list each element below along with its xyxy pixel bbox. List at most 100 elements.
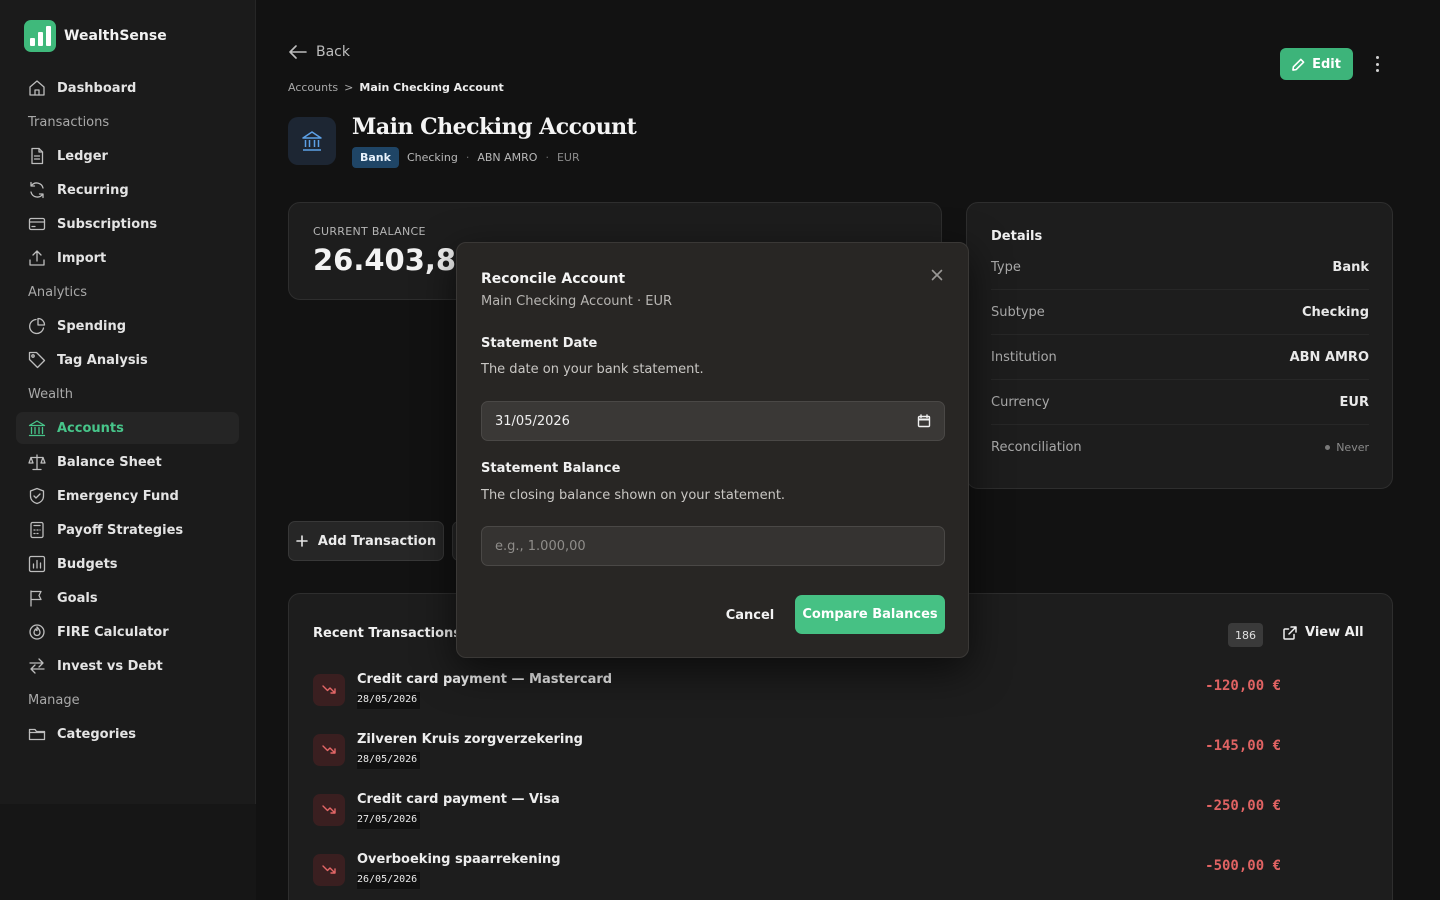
sidebar-item-invest-vs-debt[interactable]: Invest vs Debt [16, 650, 239, 682]
statement-date-label: Statement Date [481, 336, 598, 351]
transaction-date: 27/05/2026 [357, 812, 421, 829]
sidebar-item-spending[interactable]: Spending [16, 310, 239, 342]
account-institution: ABN AMRO [477, 151, 538, 164]
sidebar-item-dashboard[interactable]: Dashboard [16, 72, 239, 104]
arrows-swap-icon [28, 657, 46, 675]
breadcrumb-current: Main Checking Account [359, 81, 504, 94]
transaction-amount: -500,00 € [1205, 858, 1281, 874]
breadcrumb-accounts[interactable]: Accounts [288, 81, 338, 94]
reconcile-modal: Reconcile Account Main Checking Account … [456, 242, 969, 658]
sidebar-item-fire-calculator[interactable]: FIRE Calculator [16, 616, 239, 648]
account-meta: Bank Checking · ABN AMRO · EUR [352, 147, 580, 168]
detail-row-subtype: Subtype Checking [991, 290, 1369, 335]
reconciliation-status: Never [1325, 441, 1369, 454]
transaction-row[interactable]: Overboeking spaarrekening 26/05/2026 -500,… [313, 844, 1325, 900]
sidebar-item-label: Ledger [57, 148, 108, 164]
sidebar-item-categories[interactable]: Categories [16, 718, 239, 750]
sidebar-item-import[interactable]: Import [16, 242, 239, 274]
sidebar-item-label: Subscriptions [57, 216, 158, 232]
document-icon [28, 147, 46, 165]
balance-label: CURRENT BALANCE [313, 225, 426, 238]
transaction-row[interactable]: Zilveren Kruis zorgverzekering 28/05/2026… [313, 724, 1325, 784]
transaction-count-badge: 186 [1228, 623, 1263, 647]
statement-balance-label: Statement Balance [481, 461, 621, 476]
sidebar-item-accounts[interactable]: Accounts [16, 412, 239, 444]
meta-separator: · [545, 151, 549, 164]
sidebar-item-subscriptions[interactable]: Subscriptions [16, 208, 239, 240]
transaction-date: 26/05/2026 [357, 872, 421, 889]
statement-balance-input[interactable]: e.g., 1.000,00 [481, 526, 945, 566]
transaction-amount: -120,00 € [1205, 678, 1281, 694]
flag-icon [28, 589, 46, 607]
details-title: Details [991, 229, 1043, 244]
sidebar-item-label: Tag Analysis [57, 352, 148, 368]
app-name: WealthSense [64, 28, 167, 44]
sidebar-item-goals[interactable]: Goals [16, 582, 239, 614]
trending-down-icon [313, 794, 345, 826]
upload-icon [28, 249, 46, 267]
transaction-row[interactable]: Credit card payment — Visa 27/05/2026 -250… [313, 784, 1325, 844]
detail-key: Subtype [991, 304, 1045, 320]
transaction-name: Zilveren Kruis zorgverzekering [357, 732, 583, 747]
statement-date-value: 31/05/2026 [495, 413, 570, 429]
detail-key: Type [991, 259, 1021, 275]
sidebar-item-balance-sheet[interactable]: Balance Sheet [16, 446, 239, 478]
more-options-icon[interactable] [1368, 54, 1386, 74]
recent-transactions-title: Recent Transactions [313, 626, 462, 641]
bar-chart-icon [28, 555, 46, 573]
add-transaction-button[interactable]: Add Transaction [288, 521, 444, 561]
sidebar-item-label: Balance Sheet [57, 454, 162, 470]
view-all-link[interactable]: View All [1283, 625, 1364, 640]
statement-date-help: The date on your bank statement. [481, 362, 704, 377]
sidebar-item-recurring[interactable]: Recurring [16, 174, 239, 206]
edit-button[interactable]: Edit [1280, 48, 1353, 80]
sidebar-item-label: Dashboard [57, 80, 137, 96]
close-icon[interactable] [929, 267, 945, 283]
meta-separator: · [465, 151, 470, 164]
calendar-icon[interactable] [917, 414, 931, 428]
refresh-icon [28, 181, 46, 199]
logo-icon [24, 20, 56, 52]
statement-balance-help: The closing balance shown on your statem… [481, 488, 786, 503]
sidebar-item-budgets[interactable]: Budgets [16, 548, 239, 580]
transaction-row[interactable]: Credit card payment — Mastercard 28/05/20… [313, 664, 1325, 724]
scale-icon [28, 453, 46, 471]
statement-date-input[interactable]: 31/05/2026 [481, 401, 945, 441]
transaction-amount: -145,00 € [1205, 738, 1281, 754]
status-dot [1325, 445, 1331, 450]
plus-icon [296, 535, 308, 547]
sidebar-item-tag-analysis[interactable]: Tag Analysis [16, 344, 239, 376]
bank-icon [28, 419, 46, 437]
sidebar-item-label: Payoff Strategies [57, 522, 184, 538]
sidebar-nav: Dashboard Transactions Ledger Recurring Subs… [16, 72, 239, 752]
detail-key: Reconciliation [991, 440, 1082, 455]
sidebar-item-label: FIRE Calculator [57, 624, 169, 640]
back-button[interactable]: Back [289, 44, 350, 60]
breadcrumb: Accounts > Main Checking Account [288, 81, 504, 94]
detail-key: Institution [991, 349, 1057, 365]
app-logo[interactable]: WealthSense [24, 20, 167, 52]
cancel-button[interactable]: Cancel [717, 596, 783, 634]
statement-balance-placeholder: e.g., 1.000,00 [495, 538, 586, 554]
back-label: Back [316, 44, 350, 60]
sidebar-item-ledger[interactable]: Ledger [16, 140, 239, 172]
trending-down-icon [313, 854, 345, 886]
flame-icon [28, 623, 46, 641]
sidebar-item-label: Categories [57, 726, 137, 742]
home-icon [28, 79, 46, 97]
pencil-icon [1292, 58, 1305, 71]
detail-value: Checking [1302, 304, 1369, 320]
balance-value: 26.403,84 [313, 243, 477, 277]
trending-down-icon [313, 674, 345, 706]
compare-balances-button[interactable]: Compare Balances [795, 595, 945, 634]
sidebar-item-emergency-fund[interactable]: Emergency Fund [16, 480, 239, 512]
account-type-badge: Bank [352, 147, 399, 168]
nav-section-wealth: Wealth [28, 386, 74, 402]
sidebar-item-label: Recurring [57, 182, 129, 198]
sidebar-item-label: Import [57, 250, 107, 266]
arrow-left-icon [289, 45, 307, 59]
pie-chart-icon [28, 317, 46, 335]
folder-icon [28, 725, 46, 743]
sidebar-item-payoff-strategies[interactable]: Payoff Strategies [16, 514, 239, 546]
trending-down-icon [313, 734, 345, 766]
